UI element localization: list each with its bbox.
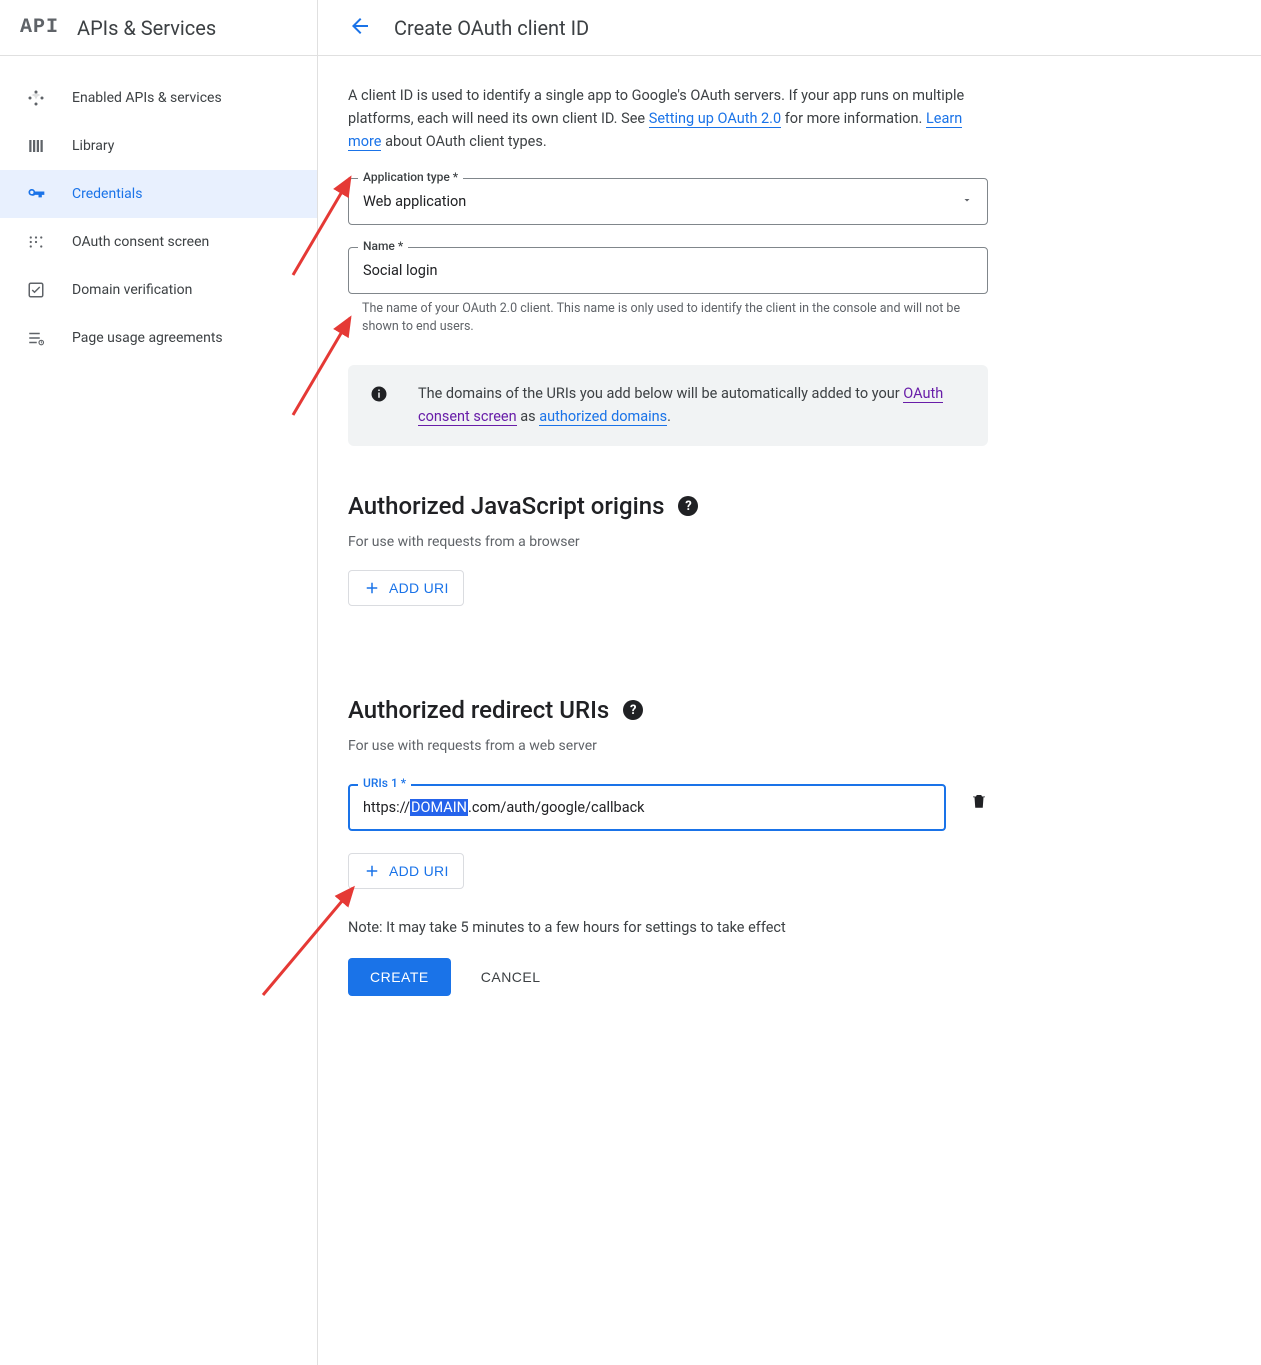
info-banner: The domains of the URIs you add below wi…	[348, 365, 988, 446]
sidebar-title: APIs & Services	[77, 16, 216, 40]
library-icon	[26, 136, 46, 156]
banner-mid: as	[517, 408, 540, 425]
oauth-consent-icon	[26, 232, 46, 252]
actions: CREATE CANCEL	[348, 958, 988, 996]
sidebar-item-oauth-consent[interactable]: OAuth consent screen	[0, 218, 317, 266]
intro-part2: for more information.	[781, 110, 926, 127]
sidebar-item-label: Credentials	[72, 186, 142, 202]
uri-row-1: URIs 1 * https://DOMAIN.com/auth/google/…	[348, 774, 988, 831]
application-type-field: Application type * Web application	[348, 178, 988, 225]
banner-part1: The domains of the URIs you add below wi…	[418, 385, 903, 402]
main: Create OAuth client ID A client ID is us…	[318, 0, 1261, 1365]
link-setting-up-oauth[interactable]: Setting up OAuth 2.0	[649, 110, 781, 128]
sidebar-item-library[interactable]: Library	[0, 122, 317, 170]
sidebar-item-label: Enabled APIs & services	[72, 90, 222, 106]
uri-1-input[interactable]: https://DOMAIN.com/auth/google/callback	[348, 784, 946, 831]
application-type-label: Application type *	[358, 170, 463, 184]
sidebar-item-page-usage[interactable]: Page usage agreements	[0, 314, 317, 362]
cancel-button[interactable]: CANCEL	[477, 958, 545, 996]
page-usage-icon	[26, 328, 46, 348]
js-origins-header: Authorized JavaScript origins ?	[348, 492, 988, 520]
add-redirect-uri-button[interactable]: ADD URI	[348, 853, 464, 889]
plus-icon	[363, 579, 381, 597]
sidebar-item-label: Page usage agreements	[72, 330, 223, 346]
name-field: Name *	[348, 247, 988, 294]
sidebar-item-label: OAuth consent screen	[72, 234, 209, 250]
sidebar-item-label: Domain verification	[72, 282, 192, 298]
main-header: Create OAuth client ID	[318, 0, 1261, 56]
sidebar: API APIs & Services Enabled APIs & servi…	[0, 0, 318, 1365]
content: A client ID is used to identify a single…	[318, 56, 1018, 1024]
uri-1-post: .com/auth/google/callback	[468, 799, 645, 816]
sidebar-nav: Enabled APIs & services Library Credenti…	[0, 56, 317, 362]
application-type-select[interactable]: Web application	[348, 178, 988, 225]
uri-1-selection: DOMAIN	[410, 799, 468, 816]
help-icon[interactable]: ?	[623, 700, 643, 720]
link-authorized-domains[interactable]: authorized domains	[539, 408, 667, 426]
name-helper: The name of your OAuth 2.0 client. This …	[348, 300, 988, 338]
redirect-desc: For use with requests from a web server	[348, 738, 988, 754]
note-text: Note: It may take 5 minutes to a few hou…	[348, 919, 988, 936]
add-uri-label: ADD URI	[389, 863, 449, 879]
sidebar-item-credentials[interactable]: Credentials	[0, 170, 317, 218]
name-label: Name *	[358, 239, 408, 253]
info-icon	[370, 385, 388, 410]
js-origins-desc: For use with requests from a browser	[348, 534, 988, 550]
domain-verification-icon	[26, 280, 46, 300]
enabled-apis-icon	[26, 88, 46, 108]
delete-uri-button[interactable]	[970, 791, 988, 815]
sidebar-header: API APIs & Services	[0, 0, 317, 56]
application-type-value: Web application	[363, 193, 466, 210]
intro-part3: about OAuth client types.	[381, 133, 546, 150]
redirect-title: Authorized redirect URIs	[348, 696, 609, 724]
sidebar-item-domain-verification[interactable]: Domain verification	[0, 266, 317, 314]
uri-1-label: URIs 1 *	[358, 776, 411, 790]
help-icon[interactable]: ?	[678, 496, 698, 516]
info-banner-text: The domains of the URIs you add below wi…	[418, 383, 966, 428]
name-input[interactable]	[348, 247, 988, 294]
sidebar-item-label: Library	[72, 138, 114, 154]
page-title: Create OAuth client ID	[394, 16, 589, 40]
chevron-down-icon	[961, 193, 973, 210]
create-button[interactable]: CREATE	[348, 958, 451, 996]
intro-text: A client ID is used to identify a single…	[348, 84, 988, 154]
credentials-icon	[26, 184, 46, 204]
api-logo: API	[20, 16, 59, 39]
back-arrow-icon[interactable]	[348, 14, 372, 42]
add-uri-label: ADD URI	[389, 580, 449, 596]
redirect-header: Authorized redirect URIs ?	[348, 696, 988, 724]
plus-icon	[363, 862, 381, 880]
add-js-uri-button[interactable]: ADD URI	[348, 570, 464, 606]
uri-1-field: URIs 1 * https://DOMAIN.com/auth/google/…	[348, 784, 946, 831]
trash-icon	[970, 791, 988, 811]
banner-end: .	[667, 408, 671, 425]
uri-1-pre: https://	[363, 799, 410, 816]
sidebar-item-enabled-apis[interactable]: Enabled APIs & services	[0, 74, 317, 122]
js-origins-title: Authorized JavaScript origins	[348, 492, 664, 520]
